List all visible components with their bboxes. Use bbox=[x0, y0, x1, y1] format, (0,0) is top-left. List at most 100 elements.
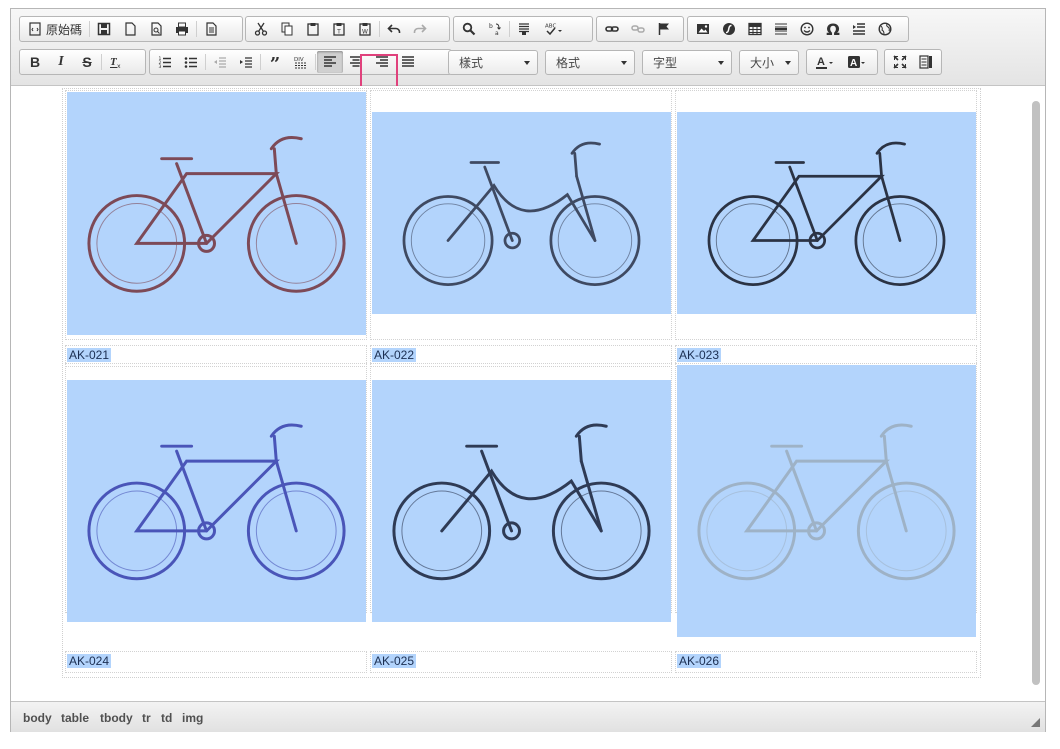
justify-button[interactable] bbox=[395, 51, 421, 73]
copy-icon bbox=[281, 22, 293, 36]
numbered-list-button[interactable]: 123 bbox=[152, 51, 178, 73]
anchor-button[interactable] bbox=[651, 18, 677, 40]
product-image[interactable] bbox=[372, 112, 671, 314]
size-dropdown[interactable]: 大小 bbox=[739, 50, 799, 75]
outdent-button[interactable] bbox=[207, 51, 233, 73]
indent-button[interactable] bbox=[233, 51, 259, 73]
align-left-button[interactable] bbox=[317, 51, 343, 73]
bold-icon: B bbox=[29, 54, 41, 70]
product-code: AK-025 bbox=[372, 654, 417, 668]
product-image[interactable] bbox=[677, 365, 976, 637]
spellcheck-button[interactable]: ABC bbox=[537, 18, 569, 40]
create-div-button[interactable]: DIV bbox=[288, 51, 314, 73]
resize-handle[interactable] bbox=[1031, 718, 1040, 727]
paste-word-icon: W bbox=[359, 23, 371, 36]
paste-text-icon: T bbox=[333, 23, 345, 36]
rich-text-editor: 原始碼 T W ba ABC Ω B I S T x 1 2 3 ” DIV 樣… bbox=[10, 8, 1046, 732]
path-item-tbody[interactable]: tbody bbox=[100, 711, 133, 725]
smiley-button[interactable] bbox=[794, 18, 820, 40]
remove-format-button[interactable]: Tx bbox=[103, 51, 129, 73]
print-icon bbox=[176, 22, 189, 36]
product-code: AK-023 bbox=[677, 348, 722, 362]
flag-icon bbox=[658, 23, 669, 35]
replace-button[interactable]: ba bbox=[482, 18, 508, 40]
strike-icon: S bbox=[82, 54, 92, 70]
product-image[interactable] bbox=[677, 112, 976, 314]
save-button[interactable] bbox=[91, 18, 117, 40]
copy-button[interactable] bbox=[274, 18, 300, 40]
path-item-img[interactable]: img bbox=[182, 711, 203, 725]
path-item-table[interactable]: table bbox=[61, 711, 89, 725]
show-blocks-icon bbox=[919, 55, 932, 69]
background-color-button[interactable]: A bbox=[841, 51, 873, 73]
svg-text:a: a bbox=[495, 30, 499, 36]
cut-icon bbox=[254, 22, 268, 36]
select-all-button[interactable] bbox=[511, 18, 537, 40]
source-button[interactable]: 原始碼 bbox=[22, 18, 88, 40]
bulleted-list-button[interactable] bbox=[178, 51, 204, 73]
path-item-tr[interactable]: tr bbox=[142, 711, 151, 725]
text-color-icon: A bbox=[816, 56, 833, 69]
paste-word-button[interactable]: W bbox=[352, 18, 378, 40]
blockquote-button[interactable]: ” bbox=[262, 51, 288, 74]
save-icon bbox=[97, 22, 111, 36]
undo-icon bbox=[387, 24, 401, 33]
align-center-button[interactable] bbox=[343, 51, 369, 73]
smiley-icon bbox=[800, 22, 814, 36]
maximize-button[interactable] bbox=[887, 51, 913, 73]
flash-button[interactable] bbox=[716, 18, 742, 40]
product-image[interactable] bbox=[67, 380, 366, 622]
unlink-button[interactable] bbox=[625, 18, 651, 40]
size-dropdown-label: 大小 bbox=[750, 56, 775, 70]
product-image[interactable] bbox=[372, 380, 671, 622]
preview-button[interactable] bbox=[143, 18, 169, 40]
strike-button[interactable]: S bbox=[74, 51, 100, 73]
basic-styles-group: B I S Tx bbox=[19, 49, 146, 75]
link-group bbox=[596, 16, 684, 42]
path-item-td[interactable]: td bbox=[161, 711, 172, 725]
bicycle-illustration bbox=[707, 141, 946, 286]
redo-button[interactable] bbox=[407, 18, 433, 40]
spellcheck-icon: ABC bbox=[545, 24, 562, 36]
page-break-button[interactable] bbox=[846, 18, 872, 40]
text-color-button[interactable]: A bbox=[809, 51, 841, 73]
special-char-button[interactable]: Ω bbox=[820, 18, 846, 40]
editor-content-area[interactable]: AK-021 AK-022 AK-023 AK-024 AK-025 AK-026 bbox=[11, 86, 1045, 701]
path-item-body[interactable]: body bbox=[23, 711, 52, 725]
format-dropdown[interactable]: 格式 bbox=[545, 50, 635, 75]
bicycle-illustration bbox=[392, 423, 651, 581]
link-icon bbox=[605, 26, 619, 32]
paste-button[interactable] bbox=[300, 18, 326, 40]
style-dropdown[interactable]: 樣式 bbox=[448, 50, 538, 75]
font-dropdown[interactable]: 字型 bbox=[642, 50, 732, 75]
product-table[interactable]: AK-021 AK-022 AK-023 AK-024 AK-025 AK-026 bbox=[62, 88, 981, 678]
horizontal-rule-button[interactable] bbox=[768, 18, 794, 40]
colors-group: A A bbox=[806, 49, 878, 75]
print-button[interactable] bbox=[169, 18, 195, 40]
align-right-button[interactable] bbox=[369, 51, 395, 73]
align-left-icon bbox=[324, 56, 336, 67]
scrollbar-thumb[interactable] bbox=[1032, 101, 1040, 685]
editing-group: ba ABC bbox=[453, 16, 593, 42]
undo-button[interactable] bbox=[381, 18, 407, 40]
new-page-button[interactable] bbox=[117, 18, 143, 40]
bold-button[interactable]: B bbox=[22, 51, 48, 73]
unlink-icon bbox=[631, 25, 645, 33]
page-break-icon bbox=[853, 23, 865, 35]
italic-button[interactable]: I bbox=[48, 51, 74, 73]
templates-button[interactable] bbox=[198, 18, 224, 40]
paste-text-button[interactable]: T bbox=[326, 18, 352, 40]
product-image[interactable] bbox=[67, 92, 366, 335]
image-button[interactable] bbox=[690, 18, 716, 40]
iframe-button[interactable] bbox=[872, 18, 898, 40]
cut-button[interactable] bbox=[248, 18, 274, 40]
table-button[interactable] bbox=[742, 18, 768, 40]
link-button[interactable] bbox=[599, 18, 625, 40]
insert-group: Ω bbox=[687, 16, 909, 42]
select-all-icon bbox=[519, 23, 529, 35]
product-code: AK-026 bbox=[677, 654, 722, 668]
show-blocks-button[interactable] bbox=[913, 51, 939, 73]
find-button[interactable] bbox=[456, 18, 482, 40]
div-container-icon: DIV bbox=[294, 57, 307, 69]
vertical-scrollbar[interactable] bbox=[1031, 95, 1041, 695]
